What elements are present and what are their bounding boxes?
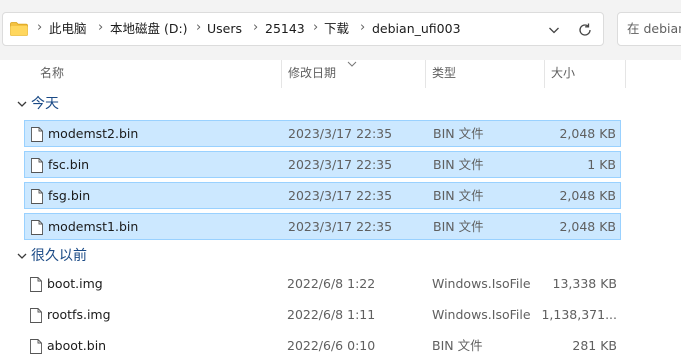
- file-date: 2023/3/17 22:35: [288, 126, 393, 141]
- file-type: BIN 文件: [433, 188, 484, 203]
- column-divider[interactable]: [544, 60, 545, 88]
- address-toolbar: › 此电脑 › 本地磁盘 (D:) › Users › 25143 › 下载 ›…: [0, 0, 681, 60]
- column-header-date[interactable]: 修改日期: [288, 66, 336, 80]
- file-date: 2023/3/17 22:35: [288, 188, 393, 203]
- file-name: rootfs.img: [47, 307, 111, 322]
- breadcrumb-debian-ufi003[interactable]: debian_ufi003: [372, 22, 461, 36]
- chevron-down-icon[interactable]: [16, 98, 28, 110]
- file-row-boot[interactable]: boot.img 2022/6/8 1:22 Windows.IsoFile 1…: [24, 271, 621, 298]
- column-divider[interactable]: [281, 60, 282, 88]
- breadcrumb-drive-d[interactable]: 本地磁盘 (D:): [110, 22, 188, 36]
- chevron-down-icon[interactable]: [16, 250, 28, 262]
- file-date: 2022/6/8 1:11: [287, 307, 376, 322]
- breadcrumb-separator[interactable]: ›: [253, 21, 258, 35]
- file-size: 281 KB: [572, 338, 617, 353]
- file-size: 2,048 KB: [559, 126, 616, 141]
- file-size: 2,048 KB: [559, 219, 616, 234]
- search-box[interactable]: 在 debian: [617, 12, 681, 46]
- column-divider[interactable]: [425, 60, 426, 88]
- chevron-down-icon[interactable]: [547, 23, 561, 37]
- column-header-size[interactable]: 大小: [551, 66, 575, 80]
- breadcrumb-separator[interactable]: ›: [360, 21, 365, 35]
- file-icon: [31, 189, 43, 204]
- column-header: 名称 修改日期 类型 大小: [0, 60, 681, 88]
- folder-icon: [10, 22, 28, 36]
- file-icon: [30, 339, 42, 354]
- file-type: Windows.IsoFile: [432, 307, 531, 322]
- file-date: 2022/6/6 0:10: [287, 338, 376, 353]
- file-type: BIN 文件: [433, 157, 484, 172]
- breadcrumb-separator[interactable]: ›: [98, 21, 103, 35]
- breadcrumb-separator: ›: [37, 20, 43, 35]
- file-icon: [31, 220, 43, 235]
- breadcrumb-this-pc[interactable]: 此电脑: [49, 22, 87, 36]
- file-row-aboot[interactable]: aboot.bin 2022/6/6 0:10 BIN 文件 281 KB: [24, 333, 621, 360]
- column-header-type[interactable]: 类型: [432, 66, 456, 80]
- file-icon: [30, 277, 42, 292]
- file-icon: [31, 158, 43, 173]
- file-size: 2,048 KB: [559, 188, 616, 203]
- file-row-rootfs[interactable]: rootfs.img 2022/6/8 1:11 Windows.IsoFile…: [24, 302, 621, 329]
- breadcrumb-separator[interactable]: ›: [313, 21, 318, 35]
- column-divider[interactable]: [625, 60, 626, 88]
- file-name: fsc.bin: [48, 157, 90, 172]
- file-row-fsc[interactable]: fsc.bin 2023/3/17 22:35 BIN 文件 1 KB: [24, 151, 621, 178]
- file-type: Windows.IsoFile: [432, 276, 531, 291]
- group-header-today[interactable]: 今天: [0, 92, 681, 116]
- search-placeholder: 在 debian: [627, 21, 681, 36]
- group-header-long-ago[interactable]: 很久以前: [0, 244, 681, 268]
- file-icon: [30, 308, 42, 323]
- file-row-modemst1[interactable]: modemst1.bin 2023/3/17 22:35 BIN 文件 2,04…: [24, 213, 621, 240]
- breadcrumb-downloads[interactable]: 下载: [324, 22, 349, 36]
- file-name: fsg.bin: [48, 188, 91, 203]
- group-label: 很久以前: [31, 248, 87, 264]
- file-row-fsg[interactable]: fsg.bin 2023/3/17 22:35 BIN 文件 2,048 KB: [24, 182, 621, 209]
- file-name: modemst2.bin: [48, 126, 139, 141]
- column-header-name[interactable]: 名称: [40, 66, 64, 80]
- file-date: 2023/3/17 22:35: [288, 157, 393, 172]
- sort-chevron-icon: [347, 61, 357, 67]
- file-name: modemst1.bin: [48, 219, 139, 234]
- file-size: 1 KB: [587, 157, 616, 172]
- group-label: 今天: [31, 96, 59, 112]
- address-bar[interactable]: › 此电脑 › 本地磁盘 (D:) › Users › 25143 › 下载 ›…: [2, 12, 604, 46]
- file-type: BIN 文件: [433, 219, 484, 234]
- breadcrumb-users[interactable]: Users: [207, 22, 242, 36]
- file-date: 2022/6/8 1:22: [287, 276, 376, 291]
- file-type: BIN 文件: [433, 126, 484, 141]
- file-name: boot.img: [47, 276, 103, 291]
- refresh-icon[interactable]: [577, 22, 593, 38]
- file-type: BIN 文件: [432, 338, 483, 353]
- file-row-modemst2[interactable]: modemst2.bin 2023/3/17 22:35 BIN 文件 2,04…: [24, 120, 621, 147]
- breadcrumb-user-25143[interactable]: 25143: [265, 22, 305, 36]
- breadcrumb-separator[interactable]: ›: [196, 21, 201, 35]
- file-icon: [31, 127, 43, 142]
- file-name: aboot.bin: [47, 338, 107, 353]
- file-size: 13,338 KB: [552, 276, 617, 291]
- file-size: 1,138,371...: [541, 307, 617, 322]
- file-date: 2023/3/17 22:35: [288, 219, 393, 234]
